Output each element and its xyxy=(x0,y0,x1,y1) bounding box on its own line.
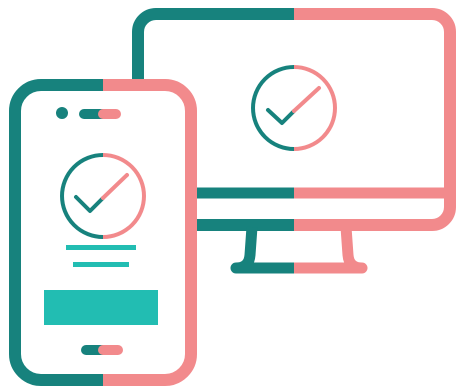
devices-svg xyxy=(9,8,456,386)
camera-dot-icon xyxy=(56,107,68,119)
responsive-devices-illustration xyxy=(0,0,456,387)
smartphone-icon xyxy=(9,79,197,386)
action-button-shape xyxy=(44,290,158,325)
text-line-2 xyxy=(73,262,129,267)
text-line-1 xyxy=(66,245,136,250)
monitor-checkmark-icon xyxy=(251,65,337,151)
